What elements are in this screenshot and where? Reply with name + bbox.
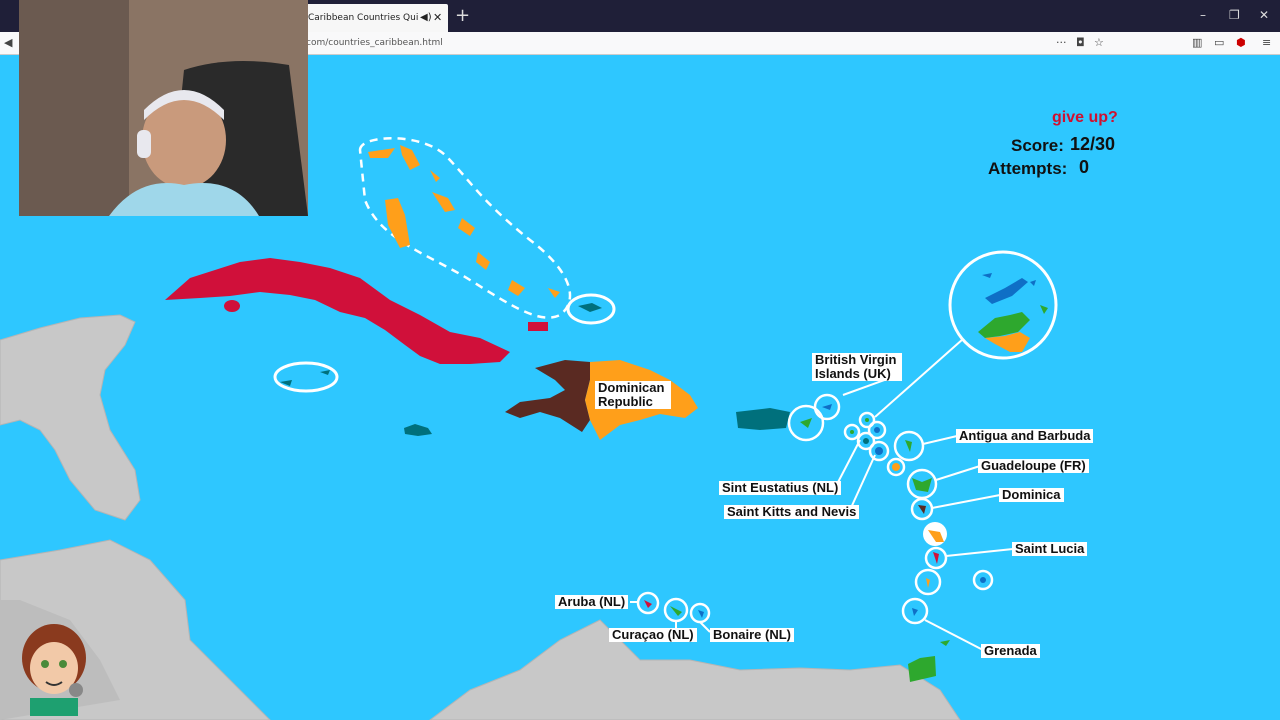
score-value: 12/30: [1070, 134, 1116, 154]
label-guadeloupe: Guadeloupe (FR): [978, 459, 1089, 473]
menu-icon[interactable]: ≡: [1262, 34, 1271, 52]
label-dominica: Dominica: [999, 488, 1064, 502]
score-label: Score:: [1011, 136, 1064, 155]
new-tab-button[interactable]: +: [455, 4, 470, 28]
bahamas-islet: [528, 322, 548, 331]
speaker-icon[interactable]: ◀): [420, 4, 432, 32]
label-bonaire: Bonaire (NL): [710, 628, 794, 642]
label-dominican-republic: Dominican Republic: [595, 381, 671, 409]
tab-close-icon[interactable]: ✕: [433, 4, 442, 32]
restore-button[interactable]: ❐: [1229, 8, 1240, 22]
back-icon[interactable]: ◀: [4, 34, 12, 52]
label-antigua-and-barbuda: Antigua and Barbuda: [956, 429, 1094, 443]
close-window-button[interactable]: ✕: [1259, 8, 1269, 22]
pocket-icon[interactable]: ◘: [1076, 34, 1085, 52]
streamer-avatar: [22, 624, 86, 716]
tab-title: Caribbean Countries Quiz - Wo: [308, 13, 418, 23]
adblock-icon[interactable]: ⬢: [1236, 34, 1246, 52]
label-british-virgin-islands: British Virgin Islands (UK): [812, 353, 902, 381]
label-saint-lucia: Saint Lucia: [1012, 542, 1088, 556]
minimize-button[interactable]: –: [1200, 8, 1206, 22]
attempts-label: Attempts:: [988, 159, 1068, 178]
library-icon[interactable]: ▥: [1192, 34, 1202, 52]
browser-tab[interactable]: Caribbean Countries Quiz - Wo ◀) ✕: [300, 4, 448, 32]
puerto-rico: [736, 408, 790, 430]
isla-juventud: [224, 300, 240, 312]
give-up-link[interactable]: give up?: [1052, 109, 1118, 127]
label-sint-eustatius: Sint Eustatius (NL): [719, 481, 842, 495]
bookmark-star-icon[interactable]: ☆: [1094, 34, 1104, 52]
label-curacao: Curaçao (NL): [609, 628, 697, 642]
label-aruba: Aruba (NL): [555, 595, 629, 609]
url-field[interactable]: com/countries_caribbean.html: [306, 34, 1114, 52]
attempts-value: 0: [1079, 157, 1090, 177]
label-saint-kitts-and-nevis: Saint Kitts and Nevis: [724, 505, 860, 519]
webcam-overlay: [19, 0, 308, 216]
sidebar-icon[interactable]: ▭: [1214, 34, 1224, 52]
page-actions-icon[interactable]: ···: [1056, 34, 1067, 52]
label-grenada: Grenada: [981, 644, 1040, 658]
